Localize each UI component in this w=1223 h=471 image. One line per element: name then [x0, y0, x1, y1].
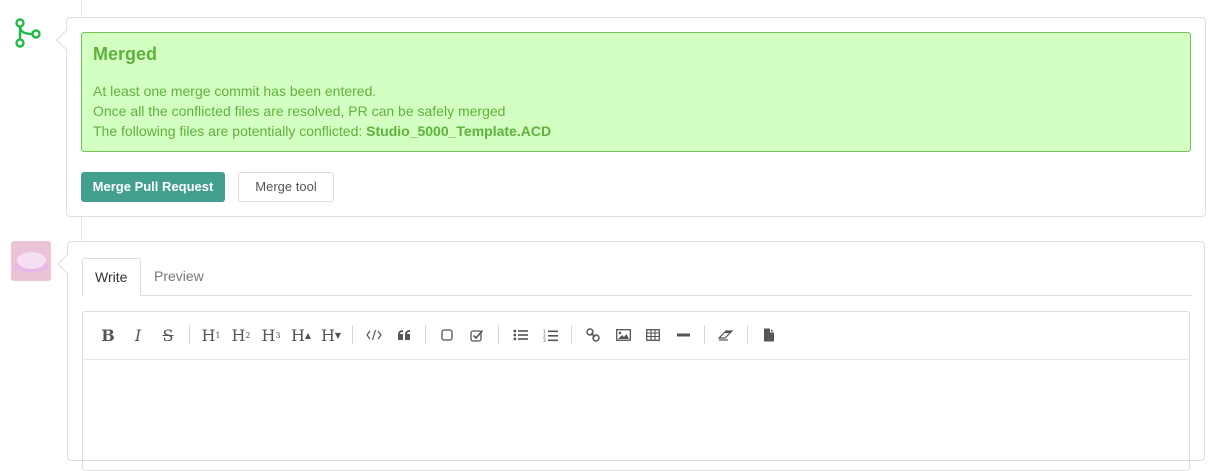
code-icon[interactable]	[361, 324, 387, 346]
tab-write[interactable]: Write	[82, 258, 141, 297]
merged-line-1: At least one merge commit has been enter…	[93, 83, 377, 99]
checked-checkbox-icon[interactable]	[464, 324, 490, 346]
italic-button[interactable]: I	[125, 324, 151, 346]
git-merge-icon	[15, 18, 41, 48]
strikethrough-button[interactable]: S	[155, 324, 181, 346]
ordered-list-icon[interactable]: 123	[537, 324, 563, 346]
image-icon[interactable]	[610, 324, 636, 346]
heading-3-button[interactable]: H3	[258, 324, 284, 346]
heading-1-sub: 1	[215, 330, 221, 340]
merged-line-2: Once all the conflicted files are resolv…	[93, 103, 506, 119]
merge-tool-button[interactable]: Merge tool	[238, 172, 334, 202]
file-icon[interactable]	[756, 324, 782, 346]
merge-status-panel: Merged At least one merge commit has bee…	[56, 17, 1206, 217]
heading-2-button[interactable]: H2	[228, 324, 254, 346]
table-icon[interactable]	[640, 324, 666, 346]
editor-text-area[interactable]	[83, 360, 1189, 470]
heading-1-label: H	[201, 325, 216, 345]
conflict-label: The following files are potentially conf…	[93, 123, 367, 139]
merged-title: Merged	[93, 44, 158, 64]
heading-bigger-button[interactable]: H ▲	[288, 324, 314, 346]
heading-smaller-label: H	[320, 325, 335, 345]
checkbox-icon[interactable]	[434, 324, 460, 346]
svg-text:3: 3	[543, 338, 546, 342]
pointer-arrow	[56, 30, 76, 50]
heading-2-label: H	[231, 325, 246, 345]
heading-smaller-button[interactable]: H ▼	[318, 324, 344, 346]
heading-3-label: H	[261, 325, 276, 345]
unordered-list-icon[interactable]	[507, 324, 533, 346]
conflicted-file: Studio_5000_Template.ACD	[366, 123, 552, 139]
merged-line-3: The following files are potentially conf…	[93, 121, 1179, 141]
avatar	[11, 241, 51, 281]
comment-editor-panel: Write Preview B I S H1 H2 H3 H ▲ H ▼ 1 2…	[57, 241, 1205, 471]
pointer-arrow	[57, 254, 77, 274]
markdown-editor[interactable]: B I S H1 H2 H3 H ▲ H ▼ 1 2 3	[82, 311, 1190, 471]
tab-preview[interactable]: Preview	[142, 258, 216, 297]
heading-3-sub: 3	[275, 330, 281, 340]
merge-pull-request-button[interactable]: Merge Pull Request	[81, 172, 225, 202]
merged-message: Merged At least one merge commit has bee…	[81, 32, 1191, 152]
horizontal-rule-icon[interactable]	[670, 324, 696, 346]
heading-bigger-label: H	[290, 325, 305, 345]
heading-1-button[interactable]: H1	[198, 324, 224, 346]
heading-2-sub: 2	[245, 330, 251, 340]
heading-bigger-sub: ▲	[304, 330, 312, 340]
quote-icon[interactable]	[391, 324, 417, 346]
merged-description: At least one merge commit has been enter…	[93, 81, 1179, 141]
editor-tabs: Write Preview	[82, 258, 1192, 297]
editor-toolbar: B I S H1 H2 H3 H ▲ H ▼ 1 2 3	[83, 312, 1189, 360]
eraser-icon[interactable]	[713, 324, 739, 346]
bold-button[interactable]: B	[95, 324, 121, 346]
heading-smaller-sub: ▼	[334, 330, 342, 340]
link-icon[interactable]	[580, 324, 606, 346]
